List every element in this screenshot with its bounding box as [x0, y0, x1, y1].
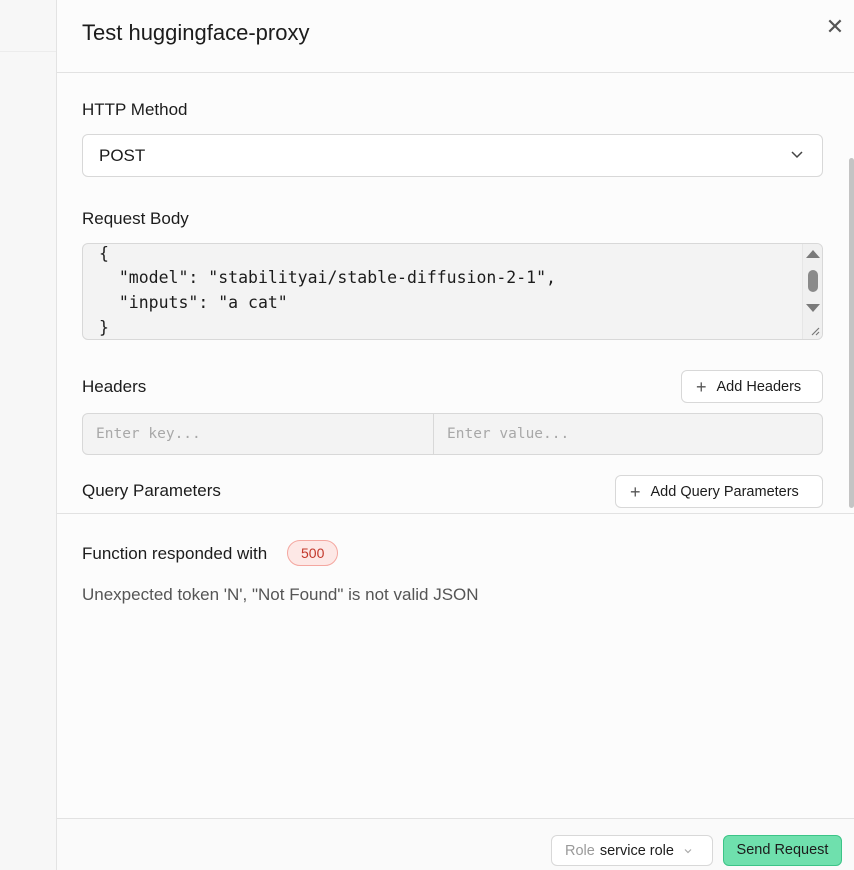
header-key-value-row [82, 413, 823, 455]
close-icon[interactable]: ✕ [824, 16, 846, 38]
request-body-label: Request Body [82, 209, 189, 228]
code-line: } [99, 318, 109, 337]
code-line: { [99, 244, 109, 263]
query-parameters-label: Query Parameters [82, 481, 221, 500]
panel-header: Test huggingface-proxy ✕ [57, 0, 854, 73]
page-backdrop [0, 0, 56, 870]
scroll-up-arrow-icon[interactable] [806, 250, 820, 258]
scroll-down-arrow-icon[interactable] [806, 304, 820, 312]
panel-footer: Role service role Send Request [57, 818, 854, 870]
role-label: Role [565, 842, 595, 859]
plus-icon: + [630, 481, 641, 502]
request-body-textarea[interactable]: { "model": "stabilityai/stable-diffusion… [82, 243, 823, 340]
chevron-down-icon [684, 848, 692, 853]
scroll-thumb[interactable] [808, 270, 818, 292]
http-method-value: POST [99, 146, 146, 165]
headers-label: Headers [82, 377, 147, 396]
code-line: "model": "stabilityai/stable-diffusion-2… [99, 268, 556, 287]
request-form: HTTP Method POST Request Body { "model":… [57, 74, 854, 512]
form-scroll-thumb[interactable] [849, 158, 854, 508]
chevron-down-icon [791, 151, 803, 159]
role-select[interactable]: Role service role [551, 835, 713, 866]
panel-title: Test huggingface-proxy [82, 20, 310, 45]
test-function-panel: Test huggingface-proxy ✕ HTTP Method POS… [56, 0, 854, 870]
backdrop-divider [0, 51, 56, 52]
response-title: Function responded with [82, 544, 268, 563]
response-section: Function responded with 500 Unexpected t… [57, 513, 854, 818]
textarea-scrollbar[interactable] [802, 244, 822, 339]
header-value-input[interactable] [434, 414, 822, 454]
send-request-button[interactable]: Send Request [723, 835, 842, 866]
header-key-input[interactable] [83, 414, 433, 454]
code-line: "inputs": "a cat" [99, 293, 288, 312]
plus-icon: + [696, 376, 707, 397]
add-query-parameters-button[interactable]: + Add Query Parameters [615, 475, 823, 508]
http-method-label: HTTP Method [82, 100, 188, 119]
form-scrollbar[interactable] [849, 148, 854, 512]
http-method-select[interactable]: POST [82, 134, 823, 177]
response-message: Unexpected token 'N', "Not Found" is not… [82, 585, 479, 604]
resize-grip-icon[interactable] [810, 326, 820, 336]
add-headers-button[interactable]: + Add Headers [681, 370, 823, 403]
add-headers-label: Add Headers [716, 378, 802, 395]
role-value: service role [599, 842, 674, 859]
status-badge: 500 [287, 540, 339, 566]
add-query-parameters-label: Add Query Parameters [650, 483, 799, 500]
